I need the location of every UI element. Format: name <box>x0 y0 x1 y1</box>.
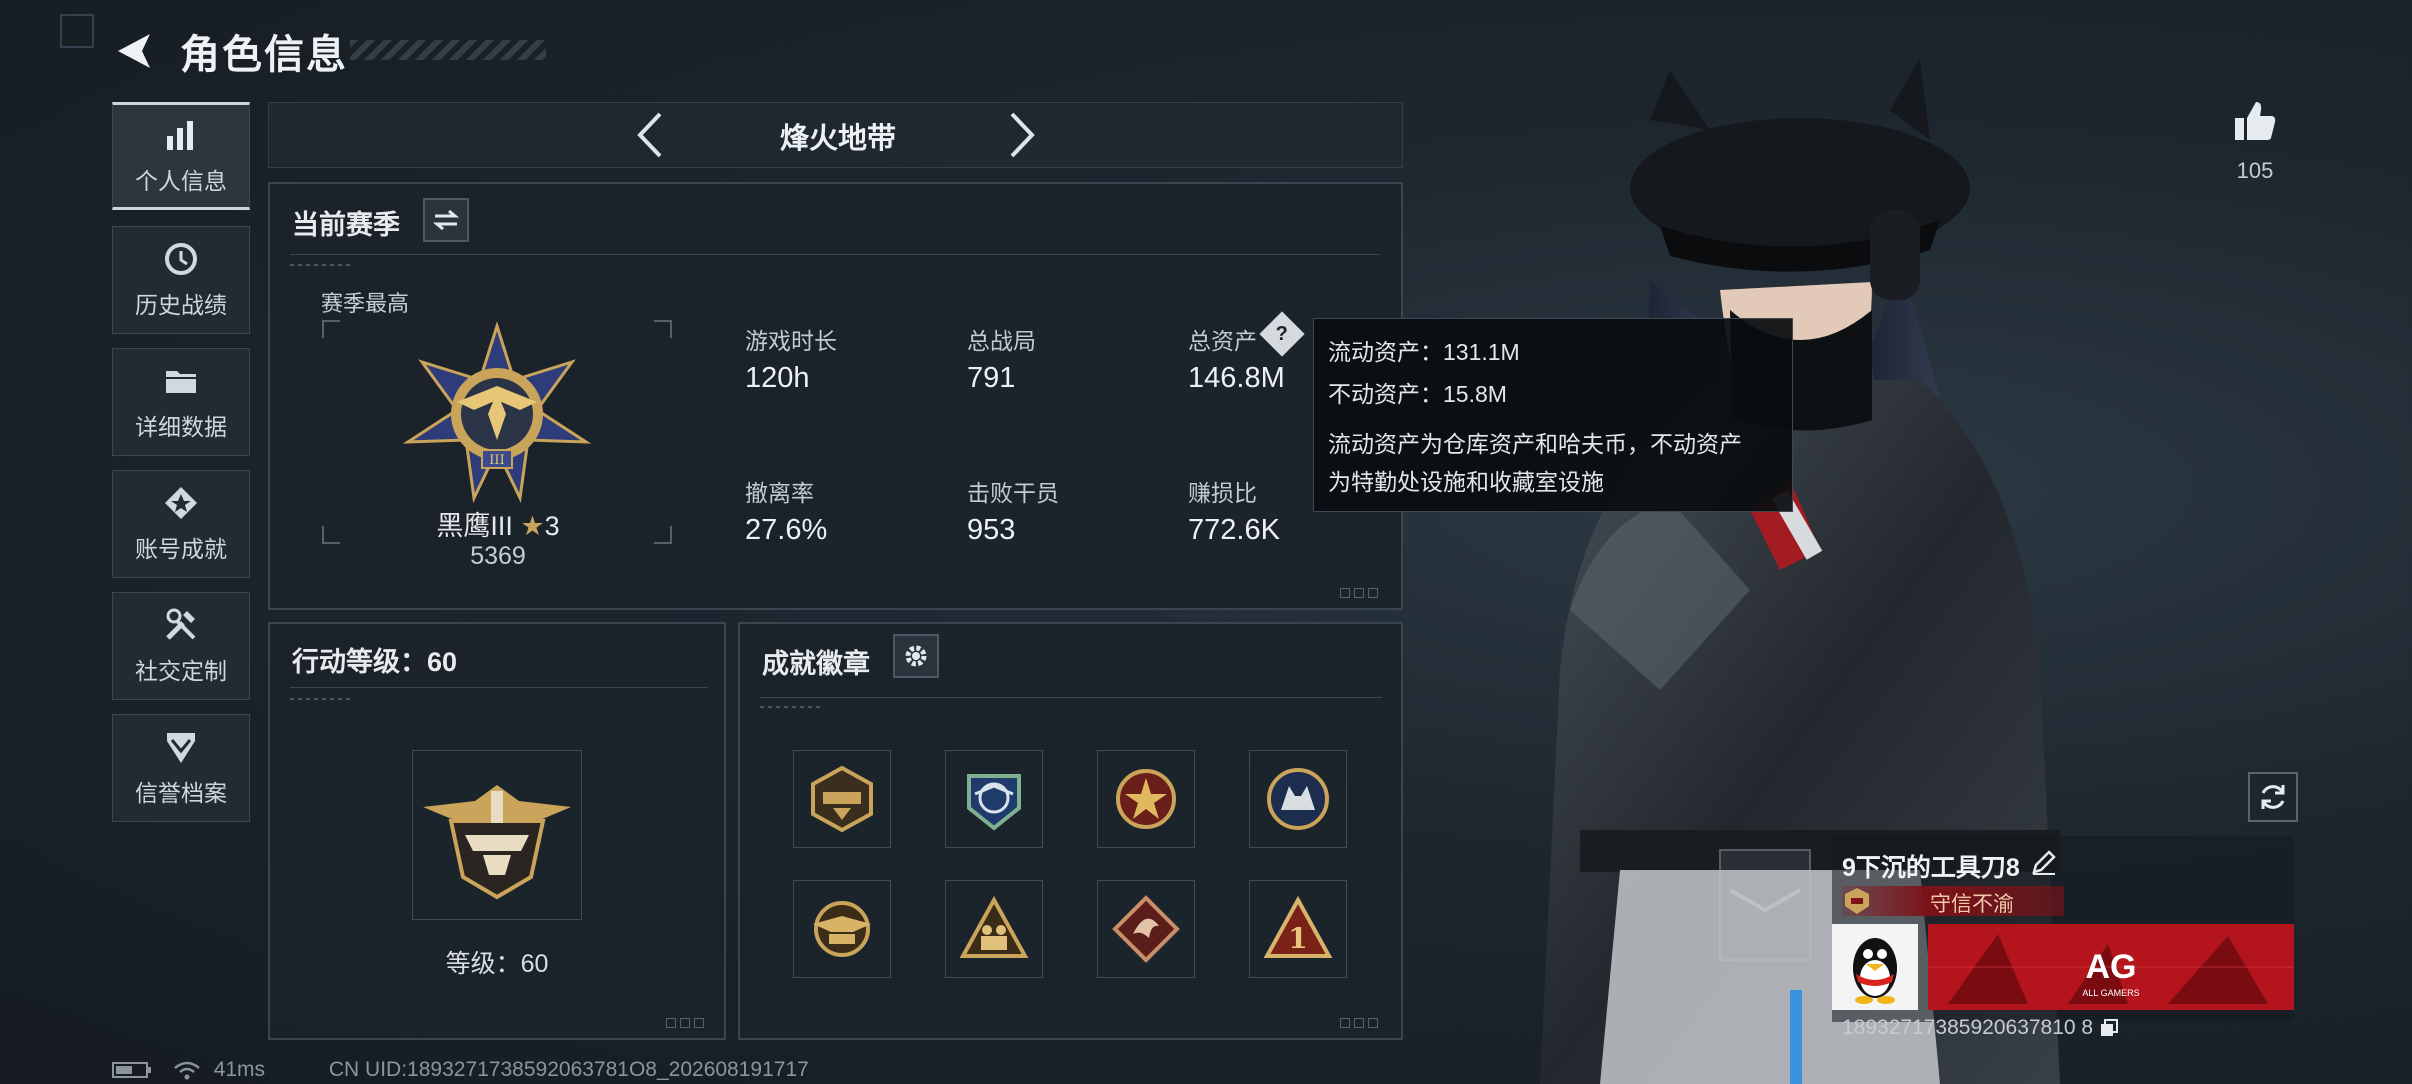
dragon-diamond-badge-icon[interactable] <box>1097 880 1195 978</box>
divider-accent <box>290 698 350 700</box>
stat-label: 赚损比 <box>1188 480 1257 506</box>
folder-icon <box>162 362 200 400</box>
player-uid-text: 18932717385920637810 8 <box>1842 1016 2094 1039</box>
wolf-round-badge-icon[interactable] <box>1249 750 1347 848</box>
player-uid[interactable]: 18932717385920637810 8 <box>1842 1016 2119 1040</box>
title-decoration <box>350 40 546 60</box>
sidebar-item-label: 信誉档案 <box>135 780 227 806</box>
sidebar-item-label: 历史战绩 <box>135 292 227 318</box>
page-title: 角色信息 <box>180 33 348 77</box>
team-logo: AG <box>2086 948 2137 986</box>
svg-text:III: III <box>489 453 504 468</box>
history-clock-icon <box>162 240 200 278</box>
divider <box>290 254 1380 255</box>
achievements-title: 成就徽章 <box>762 649 870 679</box>
stat-label: 游戏时长 <box>745 328 837 354</box>
team-banner: AG ALL GAMERS <box>1928 924 2294 1010</box>
sidebar-item-label: 账号成就 <box>135 536 227 562</box>
stat-label: 击败干员 <box>967 480 1059 506</box>
wifi-icon <box>174 1062 200 1080</box>
star-wreath-badge-icon[interactable] <box>1097 750 1195 848</box>
bar-chart-icon <box>162 116 200 154</box>
divider <box>760 697 1382 698</box>
svg-text:1: 1 <box>1288 922 1307 955</box>
eagle-wing-badge-icon[interactable] <box>793 880 891 978</box>
swap-arrows-icon <box>433 209 459 231</box>
divider-accent <box>290 264 350 266</box>
level-badge-icon <box>412 750 582 920</box>
number-one-triangle-badge-icon[interactable]: 1 <box>1249 880 1347 978</box>
stat-value: 953 <box>967 514 1016 546</box>
thumbs-up-icon[interactable] <box>2232 98 2278 144</box>
emblem-badge-icon[interactable] <box>793 750 891 848</box>
stat-value: 772.6K <box>1188 514 1280 546</box>
title-emblem-icon <box>1845 888 1869 914</box>
shield-chevron-icon <box>162 728 200 766</box>
sidebar-item-history[interactable]: 历史战绩 <box>112 226 250 334</box>
tools-icon <box>162 606 200 644</box>
rank-score: 5369 <box>470 542 526 570</box>
panel-corner-decoration <box>666 1018 704 1028</box>
eagle-globe-badge-icon[interactable] <box>945 750 1043 848</box>
refresh-icon <box>2261 785 2285 809</box>
achievement-medal-icon <box>162 484 200 522</box>
stat-label: 撤离率 <box>745 480 814 506</box>
like-count: 105 <box>2236 158 2274 183</box>
divider <box>290 687 708 688</box>
panel-corner-decoration <box>1340 588 1378 598</box>
back-arrow-icon[interactable] <box>112 28 158 74</box>
stat-value: 146.8M <box>1188 362 1285 394</box>
qq-penguin-avatar[interactable] <box>1832 924 1918 1010</box>
gear-icon <box>905 645 927 667</box>
edit-pencil-icon[interactable] <box>2030 848 2058 876</box>
sidebar-item-label: 个人信息 <box>135 168 227 194</box>
mode-name: 烽火地带 <box>779 123 896 155</box>
copy-icon <box>2100 1019 2118 1037</box>
rank-stars: 3 <box>544 511 560 541</box>
sidebar-item-label: 详细数据 <box>135 414 227 440</box>
tooltip-description: 流动资产为仓库资产和哈夫币，不动资产 <box>1328 431 1742 457</box>
player-name: 9下沉的工具刀8 <box>1842 854 2020 882</box>
achievements-settings-button[interactable] <box>893 634 939 678</box>
stat-label: 总资产 <box>1188 328 1257 354</box>
sidebar-item-reputation[interactable]: 信誉档案 <box>112 714 250 822</box>
rank-name: 黑鹰III ★3 <box>398 504 598 543</box>
sidebar-item-details[interactable]: 详细数据 <box>112 348 250 456</box>
rank-title: 黑鹰III <box>436 511 513 541</box>
stat-value: 791 <box>967 362 1016 394</box>
status-bar: 41ms CN UID:1893271738592063781O8_202608… <box>112 1058 809 1082</box>
chevron-left-icon[interactable] <box>630 108 670 162</box>
rank-emblem-icon: III <box>402 321 592 504</box>
level-value: 等级：60 <box>445 950 549 978</box>
divider-accent <box>760 706 820 708</box>
sidebar-item-profile[interactable]: 个人信息 <box>112 102 250 210</box>
sidebar-item-social[interactable]: 社交定制 <box>112 592 250 700</box>
tooltip-liquid-assets: 流动资产：131.1M <box>1328 339 1520 365</box>
stat-value: 120h <box>745 362 810 394</box>
sidebar-item-achievements[interactable]: 账号成就 <box>112 470 250 578</box>
season-title: 当前赛季 <box>292 210 400 240</box>
corner-decoration <box>60 14 94 48</box>
tooltip-fixed-assets: 不动资产：15.8M <box>1328 381 1507 407</box>
soldiers-triangle-badge-icon[interactable] <box>945 880 1043 978</box>
swap-season-button[interactable] <box>423 198 469 242</box>
refresh-button[interactable] <box>2248 772 2298 822</box>
season-best-label: 赛季最高 <box>321 291 410 316</box>
battery-icon <box>112 1062 151 1079</box>
account-uid: CN UID:1893271738592063781O8_20260819171… <box>328 1058 809 1081</box>
sidebar-item-label: 社交定制 <box>135 658 227 684</box>
chevron-right-icon[interactable] <box>1002 108 1042 162</box>
ping-value: 41ms <box>213 1058 266 1081</box>
total-assets-tooltip: 流动资产：131.1M 不动资产：15.8M 流动资产为仓库资产和哈夫币，不动资… <box>1313 318 1793 512</box>
stat-label: 总战局 <box>967 328 1036 354</box>
team-logo-subtitle: ALL GAMERS <box>2082 988 2139 998</box>
stat-value: 27.6% <box>745 514 828 546</box>
star-icon: ★ <box>520 511 545 541</box>
tooltip-description: 为特勤处设施和收藏室设施 <box>1328 469 1604 495</box>
panel-corner-decoration <box>1340 1018 1378 1028</box>
player-title: 守信不渝 <box>1930 893 2014 916</box>
level-title: 行动等级：60 <box>292 647 458 677</box>
